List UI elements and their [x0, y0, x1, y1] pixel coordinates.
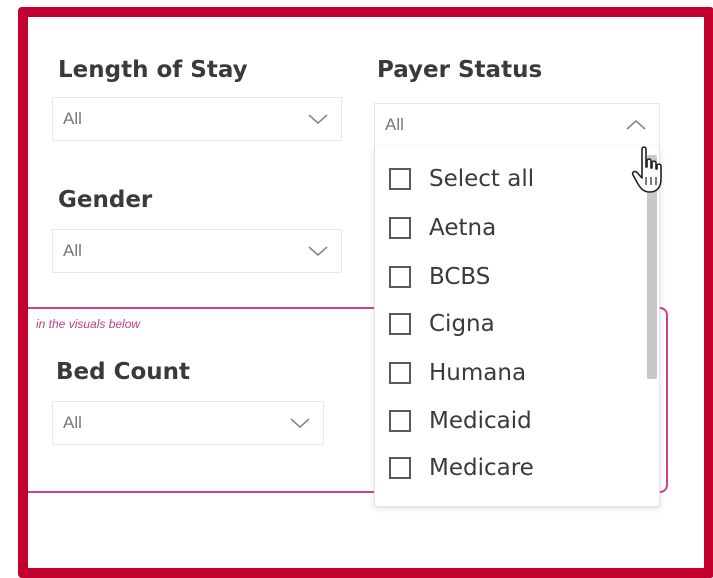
- checkbox[interactable]: [389, 266, 411, 288]
- length-of-stay-value: All: [63, 109, 82, 128]
- option-medicare[interactable]: Medicare: [389, 452, 534, 484]
- bed-count-label: Bed Count: [56, 359, 191, 385]
- payer-status-dropdown[interactable]: All: [374, 103, 660, 147]
- option-label: Medicare: [429, 455, 534, 481]
- option-medicaid[interactable]: Medicaid: [389, 405, 532, 437]
- checkbox[interactable]: [389, 168, 411, 190]
- hand-pointer-icon: [631, 146, 662, 193]
- option-bcbs[interactable]: BCBS: [389, 261, 490, 293]
- gender-label: Gender: [58, 187, 153, 213]
- chevron-down-icon: [290, 418, 310, 429]
- option-label: BCBS: [429, 264, 491, 290]
- option-label: Select all: [429, 166, 535, 192]
- frame: Length of Stay All Payer Status All Gend…: [18, 7, 713, 578]
- length-of-stay-dropdown[interactable]: All: [52, 97, 342, 141]
- payer-status-value: All: [385, 115, 404, 134]
- checkbox[interactable]: [389, 362, 411, 384]
- option-cigna[interactable]: Cigna: [389, 308, 495, 340]
- option-label: Aetna: [429, 215, 497, 241]
- highlight-note: in the visuals below: [36, 317, 141, 331]
- checkbox[interactable]: [389, 217, 411, 239]
- option-label: Humana: [429, 360, 527, 386]
- gender-dropdown[interactable]: All: [52, 229, 342, 273]
- option-humana[interactable]: Humana: [389, 357, 526, 389]
- checkbox[interactable]: [389, 410, 411, 432]
- bed-count-dropdown[interactable]: All: [52, 401, 324, 445]
- payer-status-label: Payer Status: [377, 57, 543, 83]
- checkbox[interactable]: [389, 313, 411, 335]
- option-label: Medicaid: [429, 408, 532, 434]
- option-label: Cigna: [429, 311, 495, 337]
- bed-count-value: All: [63, 413, 82, 432]
- gender-value: All: [63, 241, 82, 260]
- chevron-up-icon: [626, 119, 646, 130]
- option-aetna[interactable]: Aetna: [389, 212, 496, 244]
- checkbox[interactable]: [389, 457, 411, 479]
- filter-pane: Length of Stay All Payer Status All Gend…: [28, 17, 704, 568]
- chevron-down-icon: [308, 246, 328, 257]
- length-of-stay-label: Length of Stay: [58, 57, 248, 83]
- payer-status-list: Select all Aetna BCBS Cigna Humana Medic…: [374, 147, 660, 507]
- chevron-down-icon: [308, 114, 328, 125]
- option-select-all[interactable]: Select all: [389, 163, 534, 195]
